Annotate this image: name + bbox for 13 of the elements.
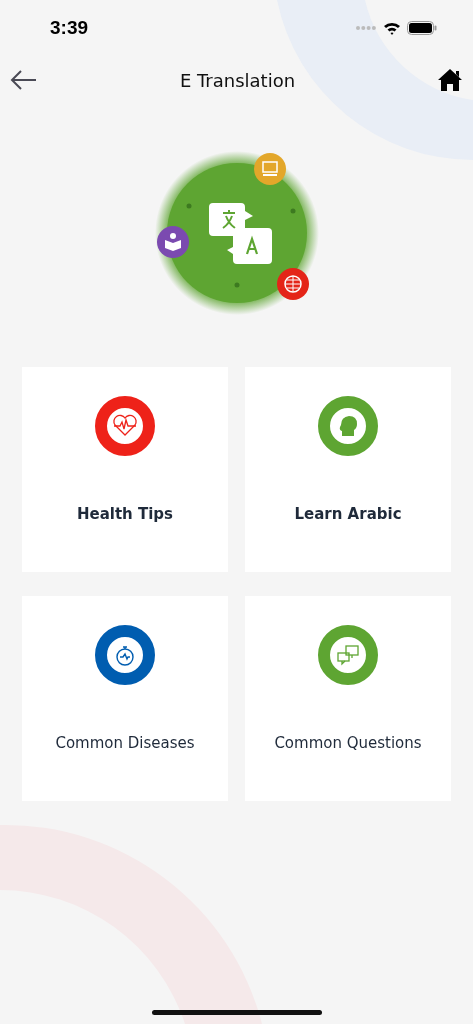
- category-card[interactable]: Health Tips: [22, 367, 228, 572]
- signal-icon: [355, 24, 377, 31]
- page-title: E Translation: [179, 69, 296, 91]
- category-card[interactable]: Common Diseases: [22, 596, 228, 801]
- category-card[interactable]: Learn Arabic: [245, 367, 451, 572]
- card-label: Common Diseases: [55, 734, 195, 752]
- wifi-icon: [383, 20, 401, 35]
- battery-icon: [407, 20, 437, 35]
- status-time: 3:39: [50, 16, 89, 39]
- category-card[interactable]: Common Questions: [245, 596, 451, 801]
- card-label: Health Tips: [76, 505, 174, 523]
- card-label: Learn Arabic: [294, 505, 402, 523]
- card-label: Common Questions: [274, 734, 422, 752]
